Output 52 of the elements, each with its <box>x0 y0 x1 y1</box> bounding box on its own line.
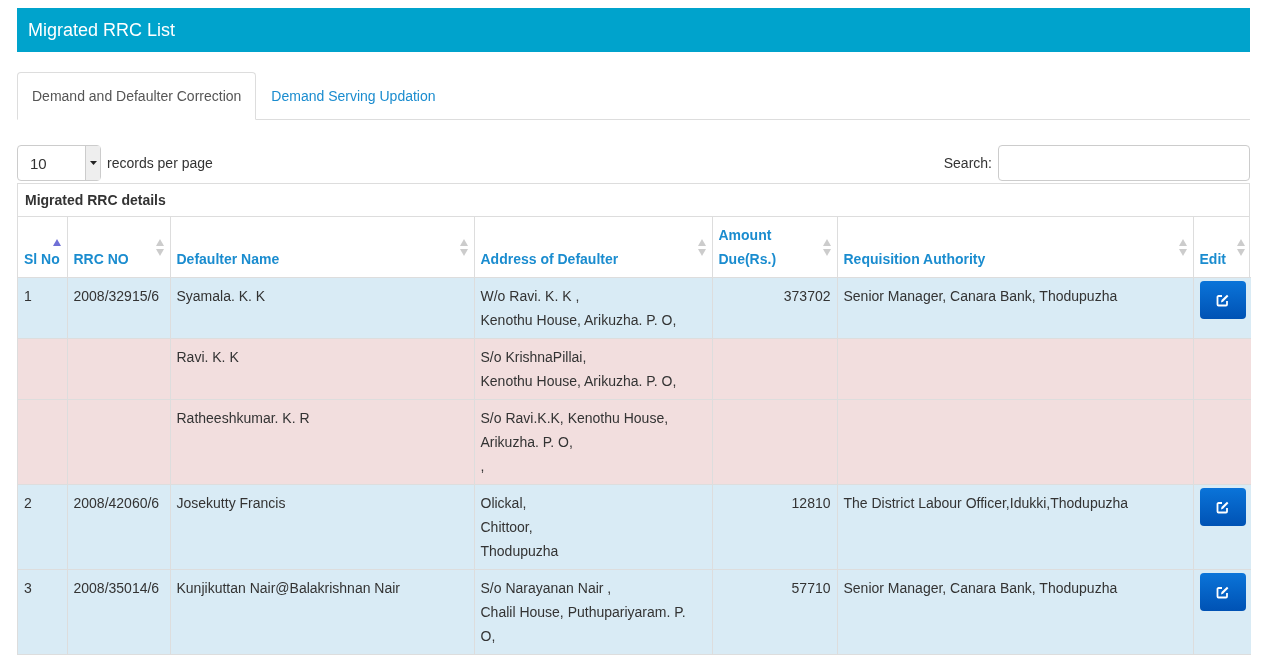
table-cell: 2008/35014/6 <box>73 580 160 596</box>
search-field[interactable] <box>998 145 1250 181</box>
edit-button[interactable] <box>1199 488 1246 526</box>
address-line: S/o Ravi.K.K, Kenothu House, <box>480 409 670 428</box>
table-cell: Josekutty Francis <box>176 495 286 511</box>
address-line: S/o Narayanan Nair , <box>480 579 613 598</box>
address-line: Thodupuzha <box>480 542 560 561</box>
column-header[interactable]: Address of Defaulter <box>474 217 712 278</box>
address-line: O, <box>480 627 497 646</box>
table-cell: 57710 <box>791 580 831 596</box>
column-header[interactable]: Defaulter Name <box>170 217 474 278</box>
edit-button[interactable] <box>1199 281 1246 319</box>
page-size-select[interactable]: 10 <box>17 145 101 181</box>
table-cell: 2008/32915/6 <box>73 288 160 304</box>
address-line: S/o KrishnaPillai, <box>480 348 588 367</box>
search-label: Search: <box>943 155 992 171</box>
address-line: Kenothu House, Arikuzha. P. O, <box>480 311 678 330</box>
column-header[interactable]: Amount Due(Rs.) <box>712 217 837 278</box>
table-cell: Ratheeshkumar. K. R <box>176 410 310 426</box>
edit-button[interactable] <box>1199 573 1246 611</box>
edit-icon <box>1216 585 1229 599</box>
table-cell: Senior Manager, Canara Bank, Thodupuzha <box>843 580 1118 596</box>
panel-title: Migrated RRC List <box>17 8 1250 52</box>
address-line: Chittoor, <box>480 518 534 537</box>
column-header[interactable]: Sl No <box>18 217 67 278</box>
table-cell: 1 <box>24 288 32 304</box>
address-line: Kenothu House, Arikuzha. P. O, <box>480 372 678 391</box>
edit-icon <box>1216 293 1229 307</box>
address-line: W/o Ravi. K. K , <box>480 287 581 306</box>
column-header[interactable]: Edit <box>1193 217 1251 278</box>
table-caption: Migrated RRC details <box>18 184 1249 217</box>
table-cell: Senior Manager, Canara Bank, Thodupuzha <box>843 288 1118 304</box>
address-line: Arikuzha. P. O, <box>480 433 574 452</box>
table-cell: 2008/42060/6 <box>73 495 160 511</box>
table-cell: Syamala. K. K <box>176 288 266 304</box>
edit-icon <box>1216 500 1229 514</box>
table-cell: 2 <box>24 495 32 511</box>
tab[interactable]: Demand Serving Updation <box>256 72 451 120</box>
address-line: Olickal, <box>480 494 528 513</box>
caret-icon <box>89 161 97 165</box>
table-cell: 373702 <box>783 288 831 304</box>
table-cell: 3 <box>24 580 32 596</box>
table-cell: The District Labour Officer,Idukki,Thodupuzha <box>843 495 1129 511</box>
table-cell: Kunjikuttan Nair@Balakrishnan Nair <box>176 580 401 596</box>
page-size-label: records per page <box>107 155 213 171</box>
address-line: Chalil House, Puthupariyaram. P. <box>480 603 687 622</box>
tab[interactable]: Demand and Defaulter Correction <box>17 72 257 120</box>
address-line: , <box>480 457 486 476</box>
column-header[interactable]: RRC NO <box>67 217 170 278</box>
column-header[interactable]: Requisition Authority <box>837 217 1193 278</box>
table-cell: 12810 <box>791 495 831 511</box>
table-cell: Ravi. K. K <box>176 349 239 365</box>
